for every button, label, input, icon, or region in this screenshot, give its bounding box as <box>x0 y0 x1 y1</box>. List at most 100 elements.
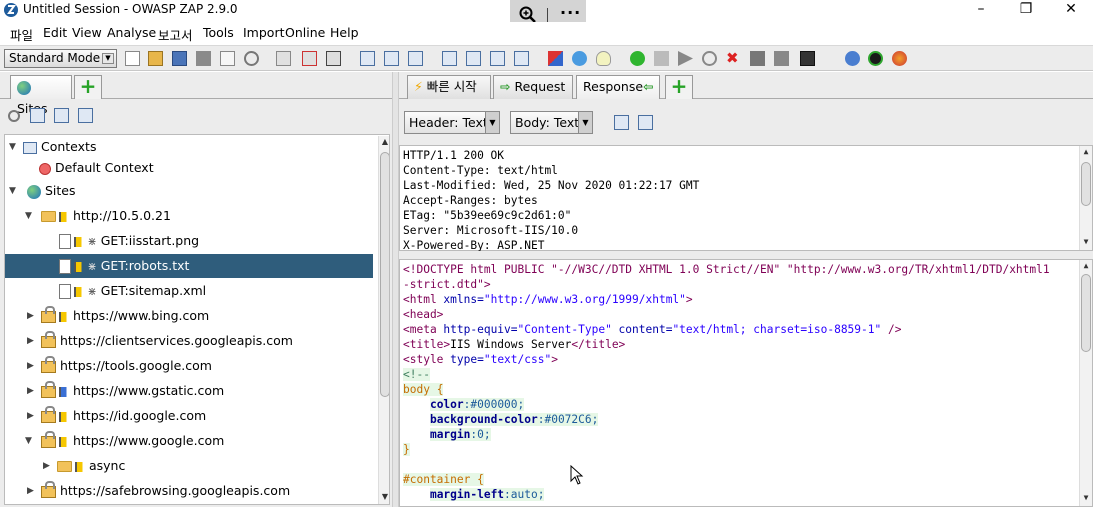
scope-icon[interactable] <box>548 51 563 66</box>
menu-import[interactable]: Import <box>243 25 285 40</box>
sites-tree[interactable]: ▼ Contexts Default Context ▼ Sites ▼ htt… <box>4 134 390 505</box>
tab-response[interactable]: Response⇦ <box>576 75 660 99</box>
hud-icon[interactable] <box>868 51 883 66</box>
header-scrollbar[interactable]: ▲ ▼ <box>1079 146 1092 250</box>
tabs-3-icon[interactable] <box>490 51 505 66</box>
tree-node-async[interactable]: ▶ async <box>5 454 373 478</box>
tree-node-robots-selected[interactable]: ⋇ GET:robots.txt <box>5 254 373 278</box>
add-tab-button[interactable]: + <box>665 75 693 99</box>
menu-report[interactable]: 보고서 <box>158 25 193 44</box>
maximize-button[interactable]: ❐ <box>1003 0 1049 20</box>
continue-icon[interactable] <box>678 51 693 66</box>
menu-analyse[interactable]: Analyse <box>107 25 156 40</box>
body-format-select[interactable]: Body: Text ▼ <box>510 111 593 134</box>
tree-node-sitemap[interactable]: ⋇ GET:sitemap.xml <box>5 279 373 303</box>
code-tag: <title> <box>403 338 451 351</box>
scroll-down-icon[interactable]: ▼ <box>1080 492 1092 504</box>
scroll-up-icon[interactable]: ▲ <box>1080 146 1092 158</box>
fuzzer-icon[interactable] <box>750 51 765 66</box>
target-icon[interactable] <box>8 110 20 122</box>
tree-node-default-context[interactable]: Default Context <box>5 156 373 180</box>
body-scrollbar[interactable]: ▲ ▼ <box>1079 260 1092 506</box>
drop-icon[interactable] <box>702 51 717 66</box>
scroll-up-icon[interactable]: ▲ <box>379 136 389 148</box>
mode-select[interactable]: Standard Mode ▼ <box>4 49 117 68</box>
menu-file[interactable]: 파일 <box>10 25 33 44</box>
export-context-icon[interactable] <box>78 108 93 123</box>
tree-node-id-google[interactable]: ▶ https://id.google.com <box>5 404 373 428</box>
tree-node-bing[interactable]: ▶ https://www.bing.com <box>5 304 373 328</box>
menu-tools[interactable]: Tools <box>203 25 234 40</box>
tree-label: Default Context <box>54 160 154 175</box>
session-properties-icon[interactable] <box>220 51 235 66</box>
tree-label: https://www.google.com <box>72 433 225 448</box>
minimize-button[interactable]: – <box>958 0 1004 20</box>
delete-breakpoint-icon[interactable]: ✖ <box>726 51 741 66</box>
scroll-down-icon[interactable]: ▼ <box>379 491 389 503</box>
layout-3-icon[interactable] <box>408 51 423 66</box>
body-line: -strict.dtd"> <box>403 277 491 292</box>
layout-2-icon[interactable] <box>384 51 399 66</box>
flag-icon <box>59 211 69 222</box>
header-body-splitter[interactable] <box>399 251 1093 259</box>
scrollbar-thumb[interactable] <box>1081 162 1091 206</box>
left-tab-strip: Sites + <box>0 72 392 116</box>
close-button[interactable]: ✕ <box>1048 0 1093 20</box>
tree-label: https://www.bing.com <box>72 308 210 323</box>
lightbulb-icon[interactable] <box>596 51 611 66</box>
code-attr: xmlns= <box>436 293 484 306</box>
break-on-all-icon[interactable] <box>630 51 645 66</box>
tree-label: https://safebrowsing.googleapis.com <box>59 483 291 498</box>
tabs-2-icon[interactable] <box>466 51 481 66</box>
add-note-icon[interactable] <box>276 51 291 66</box>
new-context-icon[interactable] <box>30 108 45 123</box>
remove-icon[interactable] <box>302 51 317 66</box>
tabs-4-icon[interactable] <box>514 51 529 66</box>
scroll-down-icon[interactable]: ▼ <box>1080 236 1092 248</box>
scroll-up-icon[interactable]: ▲ <box>1080 260 1092 272</box>
tree-node-clientservices[interactable]: ▶ https://clientservices.googleapis.com <box>5 329 373 353</box>
more-options-icon[interactable]: ··· <box>560 3 581 22</box>
help-icon[interactable] <box>845 51 860 66</box>
import-context-icon[interactable] <box>54 108 69 123</box>
firefox-icon[interactable] <box>892 51 907 66</box>
save-session-icon[interactable] <box>172 51 187 66</box>
menu-view[interactable]: View <box>72 25 102 40</box>
tree-node-sites[interactable]: ▼ Sites <box>5 179 373 203</box>
tree-node-host[interactable]: ▼ http://10.5.0.21 <box>5 204 373 228</box>
split-horizontal-icon[interactable] <box>638 115 653 130</box>
tab-sites[interactable]: Sites <box>10 75 72 116</box>
menu-help[interactable]: Help <box>330 25 359 40</box>
response-header-panel[interactable]: HTTP/1.1 200 OK Content-Type: text/html … <box>399 145 1093 252</box>
tree-node-www-google[interactable]: ▼ https://www.google.com <box>5 429 373 453</box>
tree-node-tools-google[interactable]: ▶ https://tools.google.com <box>5 354 373 378</box>
secure-folder-icon <box>41 330 56 348</box>
menu-edit[interactable]: Edit <box>43 25 67 40</box>
spider-icon: ⋇ <box>84 235 97 248</box>
snapshot-icon[interactable] <box>196 51 211 66</box>
tab-quick-start[interactable]: ⚡ 빠른 시작 <box>407 75 491 99</box>
tabs-1-icon[interactable] <box>442 51 457 66</box>
open-session-icon[interactable] <box>148 51 163 66</box>
step-icon[interactable] <box>654 51 669 66</box>
http-sessions-icon[interactable] <box>326 51 341 66</box>
scrollbar-thumb[interactable] <box>1081 274 1091 352</box>
tab-request[interactable]: ⇨ Request <box>493 75 573 99</box>
layout-1-icon[interactable] <box>360 51 375 66</box>
tree-scrollbar[interactable]: ▲ ▼ <box>378 136 389 504</box>
split-vertical-icon[interactable] <box>614 115 629 130</box>
tree-node-iisstart[interactable]: ⋇ GET:iisstart.png <box>5 229 373 253</box>
tree-node-safebrowsing[interactable]: ▶ https://safebrowsing.googleapis.com <box>5 479 373 503</box>
pane-divider[interactable] <box>392 72 399 507</box>
scripts-icon[interactable] <box>774 51 789 66</box>
refresh-icon[interactable] <box>572 51 587 66</box>
options-gear-icon[interactable] <box>244 51 259 66</box>
add-tab-button[interactable]: + <box>74 75 102 99</box>
menu-online[interactable]: Online <box>285 25 325 40</box>
header-format-select[interactable]: Header: Text ▼ <box>404 111 500 134</box>
response-body-panel[interactable]: <!DOCTYPE html PUBLIC "-//W3C//DTD XHTML… <box>399 259 1093 507</box>
scrollbar-thumb[interactable] <box>380 152 389 397</box>
tree-node-gstatic[interactable]: ▶ https://www.gstatic.com <box>5 379 373 403</box>
new-session-icon[interactable] <box>125 51 140 66</box>
console-icon[interactable] <box>800 51 815 66</box>
